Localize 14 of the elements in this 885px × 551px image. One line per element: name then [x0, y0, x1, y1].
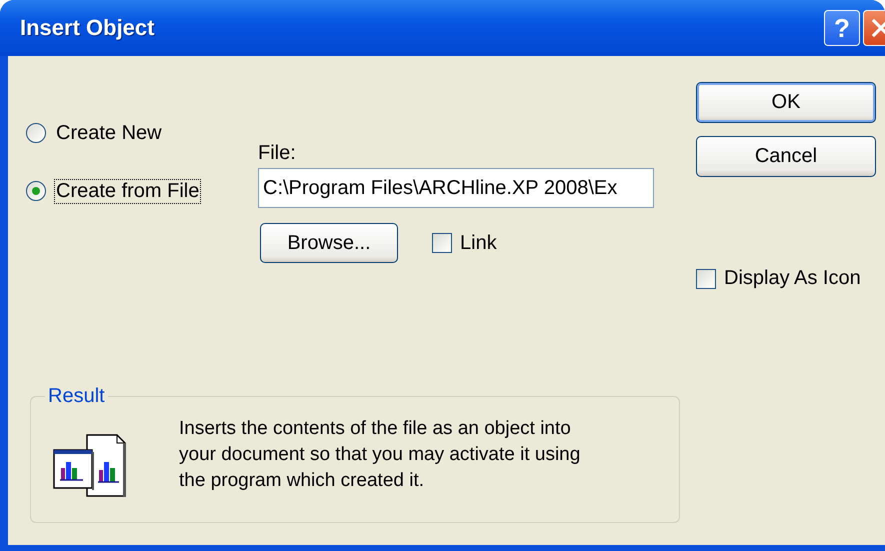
link-checkbox[interactable]: Link [432, 232, 497, 254]
dialog-button[interactable]: OK [696, 82, 876, 123]
radio-button[interactable] [26, 123, 46, 143]
help-button[interactable]: ? [824, 10, 860, 46]
window-title: Insert Object [20, 15, 154, 41]
file-label: File: [258, 142, 297, 166]
radio-button[interactable] [26, 181, 46, 201]
group-title: Result [47, 385, 106, 408]
file-path-field[interactable]: C:\Program Files\ARCHline.XP 2008\Ex [258, 168, 654, 208]
radio-option[interactable]: Create New [26, 120, 258, 146]
display-as-icon-checkbox[interactable]: Display As Icon [696, 267, 876, 290]
dialog-button[interactable]: Cancel [696, 136, 876, 177]
result-description: Inserts the contents of the file as an object into your document so that you may activate it using the program which created it. [179, 417, 582, 493]
browse-button[interactable]: Browse... [260, 223, 398, 263]
